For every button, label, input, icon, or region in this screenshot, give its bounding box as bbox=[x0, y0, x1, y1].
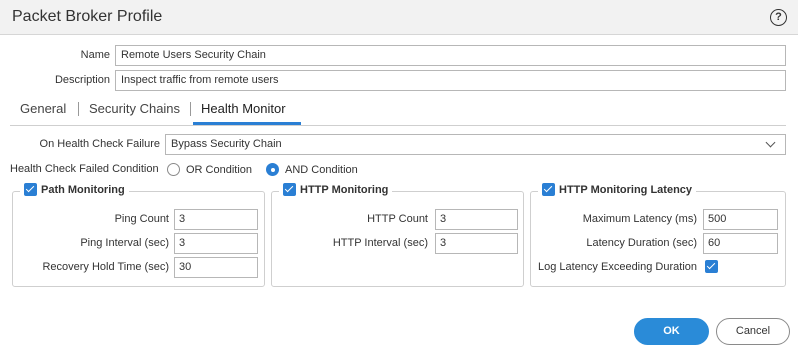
active-tab-indicator bbox=[193, 122, 301, 125]
tab-health-monitor[interactable]: Health Monitor bbox=[201, 101, 286, 116]
http-monitoring-legend: HTTP Monitoring bbox=[279, 183, 393, 196]
latency-duration-input[interactable]: 60 bbox=[703, 233, 778, 254]
http-monitoring-checkbox[interactable] bbox=[283, 183, 296, 196]
recovery-hold-time-label: Recovery Hold Time (sec) bbox=[42, 261, 169, 273]
and-condition-radio[interactable] bbox=[266, 163, 279, 176]
description-input[interactable]: Inspect traffic from remote users bbox=[115, 70, 786, 91]
dialog-title: Packet Broker Profile bbox=[12, 8, 163, 25]
or-condition-radio[interactable] bbox=[167, 163, 180, 176]
ping-interval-input[interactable]: 3 bbox=[174, 233, 258, 254]
http-latency-legend: HTTP Monitoring Latency bbox=[538, 183, 697, 196]
http-count-input[interactable]: 3 bbox=[435, 209, 518, 230]
path-monitoring-title: Path Monitoring bbox=[41, 183, 125, 196]
help-icon[interactable]: ? bbox=[770, 9, 787, 26]
path-monitoring-group: Path Monitoring Ping Count 3 Ping Interv… bbox=[12, 183, 265, 287]
http-interval-label: HTTP Interval (sec) bbox=[332, 237, 428, 249]
http-latency-checkbox[interactable] bbox=[542, 183, 555, 196]
or-condition-label: OR Condition bbox=[186, 164, 253, 176]
failure-select-value: Bypass Security Chain bbox=[171, 138, 282, 150]
ping-count-label: Ping Count bbox=[114, 213, 169, 225]
latency-duration-label: Latency Duration (sec) bbox=[586, 237, 697, 249]
failure-label: On Health Check Failure bbox=[39, 138, 160, 150]
description-label: Description bbox=[54, 74, 110, 86]
ok-button[interactable]: OK bbox=[634, 318, 709, 345]
name-label: Name bbox=[80, 49, 110, 61]
recovery-hold-time-input[interactable]: 30 bbox=[174, 257, 258, 278]
name-input[interactable]: Remote Users Security Chain bbox=[115, 45, 786, 66]
http-latency-title: HTTP Monitoring Latency bbox=[559, 183, 693, 196]
http-monitoring-group: HTTP Monitoring HTTP Count 3 HTTP Interv… bbox=[271, 183, 524, 287]
log-latency-checkbox[interactable] bbox=[705, 260, 718, 273]
path-monitoring-legend: Path Monitoring bbox=[20, 183, 129, 196]
http-interval-input[interactable]: 3 bbox=[435, 233, 518, 254]
tab-separator bbox=[190, 102, 191, 116]
ping-count-input[interactable]: 3 bbox=[174, 209, 258, 230]
failure-select[interactable]: Bypass Security Chain bbox=[165, 134, 786, 155]
tab-general[interactable]: General bbox=[20, 101, 66, 116]
tab-security-chains[interactable]: Security Chains bbox=[89, 101, 180, 116]
http-monitoring-title: HTTP Monitoring bbox=[300, 183, 389, 196]
cancel-button[interactable]: Cancel bbox=[716, 318, 790, 345]
path-monitoring-checkbox[interactable] bbox=[24, 183, 37, 196]
http-count-label: HTTP Count bbox=[367, 213, 428, 225]
max-latency-input[interactable]: 500 bbox=[703, 209, 778, 230]
tab-separator bbox=[78, 102, 79, 116]
tab-bar: General Security Chains Health Monitor bbox=[10, 97, 786, 126]
max-latency-label: Maximum Latency (ms) bbox=[582, 213, 697, 225]
and-condition-label: AND Condition bbox=[285, 164, 358, 176]
ping-interval-label: Ping Interval (sec) bbox=[80, 237, 169, 249]
condition-label: Health Check Failed Condition bbox=[10, 163, 159, 175]
http-latency-group: HTTP Monitoring Latency Maximum Latency … bbox=[530, 183, 786, 287]
log-latency-label: Log Latency Exceeding Duration bbox=[538, 261, 697, 273]
dialog-titlebar: Packet Broker Profile ? bbox=[0, 0, 798, 35]
